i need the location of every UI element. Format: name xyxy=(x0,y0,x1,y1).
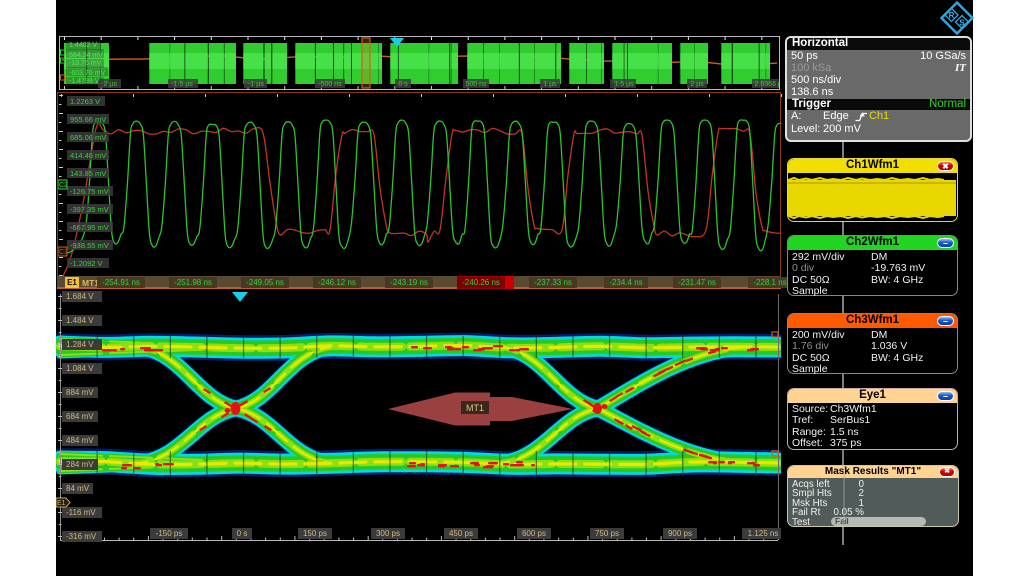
svg-text:1.484 V: 1.484 V xyxy=(66,316,94,325)
svg-text:2 µs: 2 µs xyxy=(690,81,704,88)
svg-text:284 mV: 284 mV xyxy=(66,460,94,469)
svg-text:R: R xyxy=(949,11,955,20)
svg-text:0 s: 0 s xyxy=(237,529,248,538)
svg-text:E1: E1 xyxy=(57,500,66,507)
svg-text:-938.55 mV: -938.55 mV xyxy=(70,241,109,250)
svg-text:884 mV: 884 mV xyxy=(66,388,94,397)
svg-text:-500 ns: -500 ns xyxy=(318,81,342,88)
svg-text:1.084 V: 1.084 V xyxy=(66,364,94,373)
svg-text:600 ps: 600 ps xyxy=(522,529,546,538)
svg-text:900 ps: 900 ps xyxy=(668,529,692,538)
svg-text:-316 mV: -316 mV xyxy=(66,532,97,541)
svg-text:-116 mV: -116 mV xyxy=(66,508,96,517)
svg-text:684 mV: 684 mV xyxy=(66,412,94,421)
svg-text:-1.4798 V: -1.4798 V xyxy=(69,78,100,85)
svg-text:300 ps: 300 ps xyxy=(376,529,400,538)
svg-text:1.2263 V: 1.2263 V xyxy=(70,97,100,106)
svg-text:414.46 mV: 414.46 mV xyxy=(70,151,106,160)
svg-text:-1 µs: -1 µs xyxy=(248,81,264,88)
svg-text:685.06 mV: 685.06 mV xyxy=(70,133,106,142)
svg-text:-667.95 mV: -667.95 mV xyxy=(70,223,109,232)
svg-text:484 mV: 484 mV xyxy=(66,436,94,445)
svg-text:584.24 mV: 584.24 mV xyxy=(69,52,103,59)
svg-text:-150 ps: -150 ps xyxy=(156,529,183,538)
svg-text:1.284 V: 1.284 V xyxy=(66,340,94,349)
svg-text:500 ns: 500 ns xyxy=(465,81,487,88)
svg-text:150 ps: 150 ps xyxy=(303,529,327,538)
svg-text:S: S xyxy=(959,19,965,28)
svg-text:C3: C3 xyxy=(59,249,68,256)
svg-text:1.125 ns: 1.125 ns xyxy=(748,529,779,538)
svg-text:-603.76 mV: -603.76 mV xyxy=(69,70,106,77)
svg-text:1 µs: 1 µs xyxy=(543,81,557,88)
svg-text:84 mV: 84 mV xyxy=(66,484,90,493)
svg-text:-19.76 mV: -19.76 mV xyxy=(69,60,102,67)
svg-text:-397.35 mV: -397.35 mV xyxy=(70,205,109,214)
svg-text:C2: C2 xyxy=(59,182,68,189)
svg-text:143.85 mV: 143.85 mV xyxy=(70,169,106,178)
svg-text:-126.75 mV: -126.75 mV xyxy=(70,187,109,196)
svg-text:955.66 mV: 955.66 mV xyxy=(70,115,106,124)
svg-text:1.684 V: 1.684 V xyxy=(66,292,94,301)
svg-text:2.6366 µs: 2.6366 µs xyxy=(755,81,779,88)
svg-text:MT1: MT1 xyxy=(466,403,484,413)
svg-text:1.4402 V: 1.4402 V xyxy=(69,42,97,49)
svg-text:0 s: 0 s xyxy=(398,81,408,88)
svg-text:450 ps: 450 ps xyxy=(449,529,473,538)
svg-text:750 ps: 750 ps xyxy=(595,529,619,538)
svg-text:1.5 µs: 1.5 µs xyxy=(614,81,634,88)
svg-text:-1.2092 V: -1.2092 V xyxy=(70,259,103,268)
svg-text:-1.5 µs: -1.5 µs xyxy=(171,81,193,88)
